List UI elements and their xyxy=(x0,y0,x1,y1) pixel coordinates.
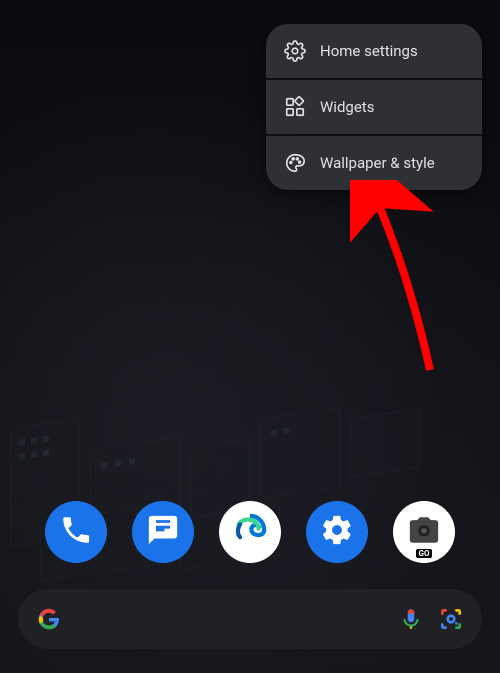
home-context-menu: Home settings Widgets Wallpaper & style xyxy=(266,24,482,190)
mic-icon[interactable] xyxy=(398,606,424,632)
menu-item-widgets[interactable]: Widgets xyxy=(266,80,482,134)
google-logo-icon xyxy=(36,606,62,632)
camera-icon xyxy=(407,513,441,551)
app-dock: GO xyxy=(0,501,500,563)
edge-icon xyxy=(233,513,267,551)
messages-icon xyxy=(146,513,180,551)
menu-item-label: Wallpaper & style xyxy=(320,154,435,172)
palette-icon xyxy=(284,152,306,174)
phone-app[interactable] xyxy=(45,501,107,563)
google-search-bar[interactable] xyxy=(18,589,482,649)
camera-go-app[interactable]: GO xyxy=(393,501,455,563)
menu-item-wallpaper-style[interactable]: Wallpaper & style xyxy=(266,136,482,190)
messages-app[interactable] xyxy=(132,501,194,563)
settings-app[interactable] xyxy=(306,501,368,563)
go-badge: GO xyxy=(416,549,433,558)
edge-app[interactable] xyxy=(219,501,281,563)
menu-item-label: Home settings xyxy=(320,42,418,60)
settings-icon xyxy=(320,513,354,551)
phone-icon xyxy=(59,513,93,551)
widgets-icon xyxy=(284,96,306,118)
lens-icon[interactable] xyxy=(438,606,464,632)
menu-item-label: Widgets xyxy=(320,98,374,116)
menu-item-home-settings[interactable]: Home settings xyxy=(266,24,482,78)
gear-icon xyxy=(284,40,306,62)
